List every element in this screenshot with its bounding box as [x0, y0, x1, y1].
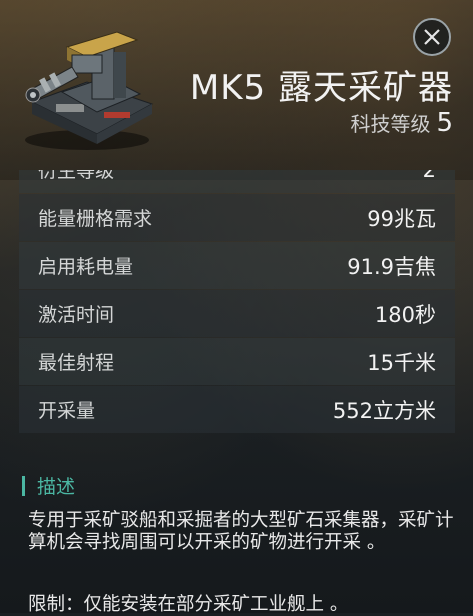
attribute-row: 能量栅格需求 99兆瓦	[19, 194, 455, 241]
attribute-value: 91.9吉焦	[347, 254, 436, 279]
attribute-label: 能量栅格需求	[38, 208, 153, 230]
item-title: MK5 露天采矿器	[189, 68, 453, 108]
attribute-list[interactable]: 衍生等级 2 能量栅格需求 99兆瓦 启用耗电量 91.9吉焦 激活时间 180…	[19, 170, 455, 460]
description-header: 描述	[22, 472, 75, 499]
description-accent-bar	[22, 475, 25, 496]
description-title: 描述	[37, 476, 76, 498]
tech-level-value: 5	[436, 108, 453, 138]
attribute-label: 衍生等级	[38, 170, 115, 182]
attribute-value: 15千米	[367, 350, 436, 375]
strip-miner-module-icon	[25, 31, 154, 150]
attribute-label: 最佳射程	[38, 352, 115, 374]
attribute-row: 开采量 552立方米	[19, 386, 455, 433]
attribute-row: 激活时间 180秒	[19, 290, 455, 337]
description-text: 专用于采矿驳船和采掘者的大型矿石采集器，采矿计算机会寻找周围可以开采的矿物进行开…	[28, 510, 454, 553]
attribute-value: 552立方米	[332, 398, 436, 423]
item-header: MK5 露天采矿器 科技等级 5	[0, 0, 473, 180]
attribute-row: 衍生等级 2	[19, 170, 455, 193]
attribute-label: 启用耗电量	[38, 256, 134, 278]
close-icon	[424, 29, 440, 45]
close-button[interactable]	[413, 18, 451, 56]
attribute-value: 99兆瓦	[367, 206, 436, 231]
attribute-value: 2	[423, 170, 436, 182]
attribute-label: 开采量	[38, 400, 96, 422]
attribute-label: 激活时间	[38, 304, 115, 326]
tech-level: 科技等级 5	[350, 108, 453, 138]
attribute-row: 启用耗电量 91.9吉焦	[19, 242, 455, 289]
tech-level-label: 科技等级	[350, 112, 431, 136]
attribute-row: 最佳射程 15千米	[19, 338, 455, 385]
attribute-value: 180秒	[374, 302, 436, 327]
